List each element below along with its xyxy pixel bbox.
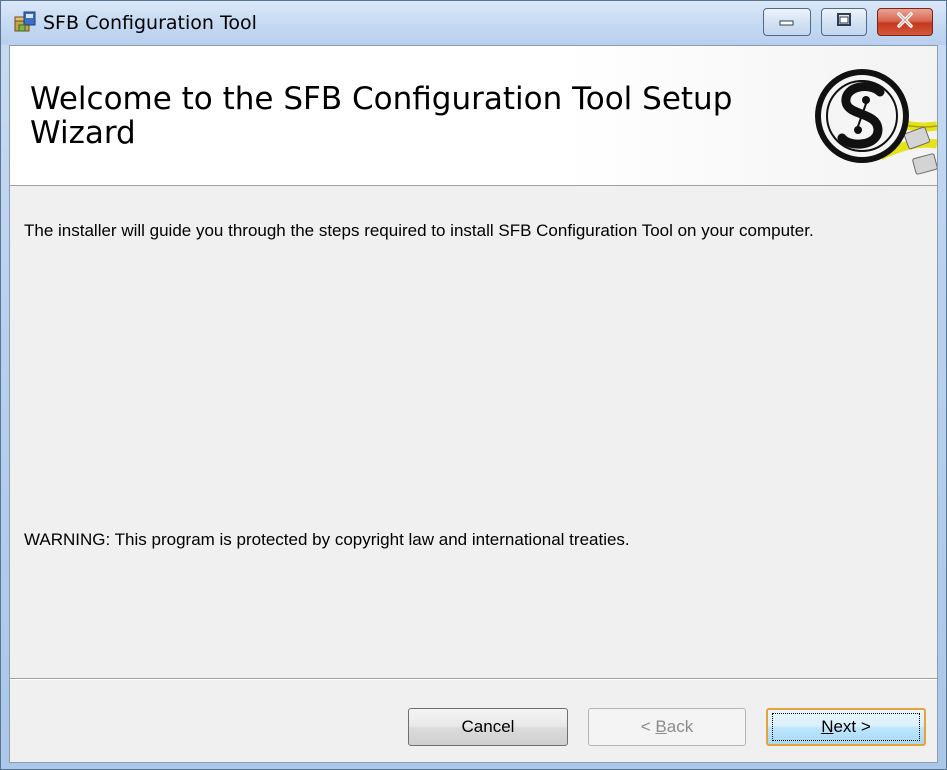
- installer-window: SFB Configuration Tool Welcome to the SF…: [0, 0, 947, 770]
- maximize-icon: [835, 12, 853, 33]
- installer-package-icon: [13, 11, 37, 35]
- wizard-client-area: Welcome to the SFB Configuration Tool Se…: [9, 45, 938, 763]
- close-button[interactable]: [877, 8, 933, 36]
- back-label: < Back: [641, 717, 693, 737]
- window-title: SFB Configuration Tool: [43, 12, 257, 34]
- next-rest: ext >: [833, 717, 871, 736]
- maximize-button[interactable]: [821, 8, 867, 36]
- copyright-warning: WARNING: This program is protected by co…: [24, 530, 630, 549]
- minimize-button[interactable]: [763, 8, 811, 36]
- close-icon: [895, 11, 915, 34]
- back-button[interactable]: < Back: [588, 708, 746, 746]
- sfb-logo-icon: [810, 46, 938, 186]
- wizard-banner: Welcome to the SFB Configuration Tool Se…: [10, 46, 938, 186]
- cancel-label: Cancel: [461, 717, 515, 736]
- back-rest: ack: [666, 717, 694, 736]
- footer-divider: [10, 678, 937, 680]
- title-bar[interactable]: SFB Configuration Tool: [1, 1, 946, 45]
- page-title: Welcome to the SFB Configuration Tool Se…: [30, 81, 733, 151]
- next-button[interactable]: Next >: [766, 708, 926, 746]
- intro-text: The installer will guide you through the…: [24, 221, 814, 240]
- next-accesskey: N: [821, 717, 834, 736]
- minimize-icon: [777, 13, 797, 32]
- cancel-button[interactable]: Cancel: [408, 708, 568, 746]
- back-accesskey: B: [655, 717, 667, 736]
- next-focus-rect: Next >: [772, 713, 920, 741]
- back-prefix: <: [640, 717, 656, 736]
